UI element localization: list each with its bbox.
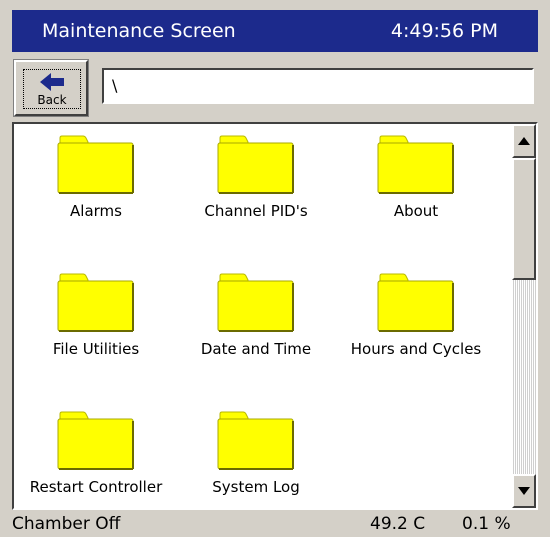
folder-item[interactable]: About (336, 124, 496, 254)
back-button-face: Back (23, 69, 81, 109)
folder-icon (217, 273, 294, 332)
scroll-down-button[interactable] (512, 474, 536, 508)
folder-label: System Log (212, 478, 300, 496)
status-bar: Chamber Off 49.2 C 0.1 % (0, 512, 550, 537)
folder-item[interactable]: Hours and Cycles (336, 262, 496, 392)
folder-icon (217, 135, 294, 194)
folder-label: About (393, 202, 439, 220)
scroll-up-arrow-icon (518, 137, 530, 145)
folder-label: File Utilities (52, 340, 140, 358)
scroll-up-button[interactable] (512, 124, 536, 158)
folder-icon (57, 135, 134, 194)
chamber-status: Chamber Off (12, 514, 121, 534)
temperature-readout: 49.2 C (370, 514, 426, 534)
folder-label: Alarms (70, 202, 122, 220)
folder-icon (57, 411, 134, 470)
clock: 4:49:56 PM (390, 20, 498, 42)
scroll-down-arrow-icon (518, 487, 530, 495)
folder-label: Hours and Cycles (350, 340, 482, 358)
maintenance-window: Maintenance Screen 4:49:56 PM Back \ Ala… (0, 0, 550, 537)
folder-label: Restart Controller (29, 478, 163, 496)
folder-view: Alarms Channel PID's About File Utilities Da… (12, 122, 538, 510)
folder-label: Date and Time (200, 340, 312, 358)
screen-title: Maintenance Screen (42, 20, 236, 42)
title-bar: Maintenance Screen 4:49:56 PM (12, 10, 538, 52)
folder-grid: Alarms Channel PID's About File Utilities Da… (14, 124, 512, 508)
folder-icon (377, 273, 454, 332)
folder-icon (377, 135, 454, 194)
folder-icon (217, 411, 294, 470)
output-readout: 0.1 % (462, 514, 511, 534)
folder-item[interactable]: Alarms (16, 124, 176, 254)
folder-item[interactable]: File Utilities (16, 262, 176, 392)
folder-item[interactable]: System Log (176, 400, 336, 508)
vertical-scrollbar[interactable] (512, 124, 536, 508)
folder-item[interactable]: Date and Time (176, 262, 336, 392)
scroll-thumb[interactable] (512, 158, 536, 280)
folder-item[interactable]: Restart Controller (16, 400, 176, 508)
folder-label: Channel PID's (204, 202, 308, 220)
back-label: Back (37, 92, 67, 107)
folder-icon (57, 273, 134, 332)
folder-item[interactable]: Channel PID's (176, 124, 336, 254)
back-arrow-icon (40, 72, 64, 91)
toolbar: Back \ (12, 58, 538, 118)
back-button[interactable]: Back (13, 59, 89, 117)
path-field[interactable]: \ (102, 68, 534, 104)
